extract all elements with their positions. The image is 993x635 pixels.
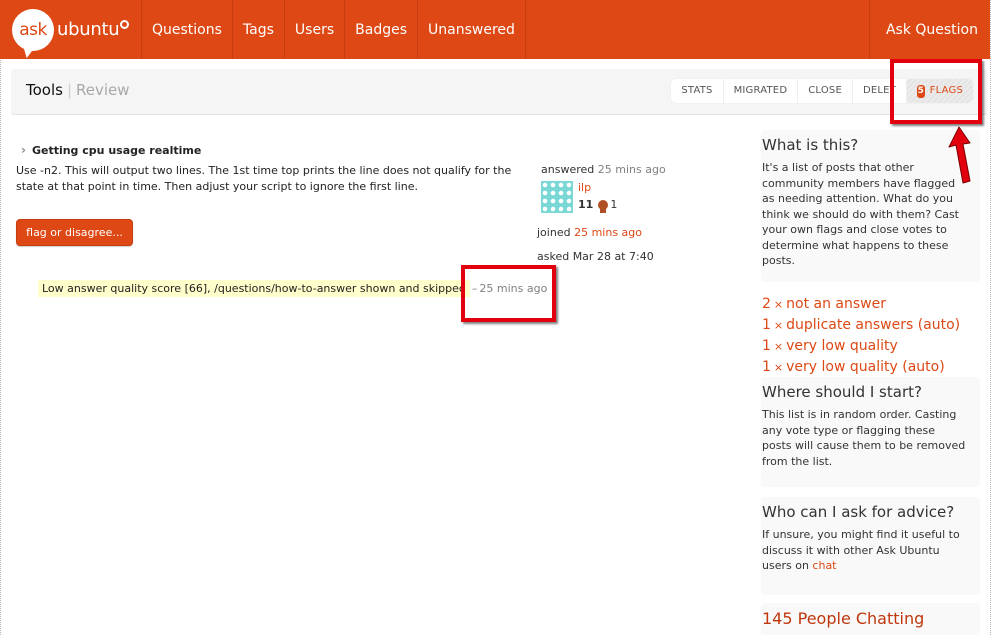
times-symbol: × xyxy=(773,340,784,353)
who-text-body: If unsure, you might find it useful to d… xyxy=(762,528,960,572)
what-text: It's a list of posts that other communit… xyxy=(762,161,959,267)
flag-label: very low quality xyxy=(786,338,898,354)
tab-close[interactable]: CLOSE xyxy=(798,79,853,103)
nav-tags[interactable]: Tags xyxy=(233,0,285,59)
speech-bubble-icon: ask xyxy=(12,8,54,51)
who-title: Who can I ask for advice? xyxy=(762,503,955,521)
chat-link[interactable]: chat xyxy=(812,559,836,572)
flag-or-disagree-button[interactable]: flag or disagree... xyxy=(16,219,133,246)
top-navigation-bar: ask ubuntu Questions Tags Users Badges U… xyxy=(0,0,990,59)
flag-count-item[interactable]: 1 × duplicate answers (auto) xyxy=(762,315,960,336)
user-reputation: 11 1 xyxy=(578,198,618,213)
joined-label: joined xyxy=(537,226,571,239)
times-symbol: × xyxy=(773,319,784,332)
times-symbol: × xyxy=(773,298,784,311)
flag-label: not an answer xyxy=(786,296,886,312)
post-title-text: Getting cpu usage realtime xyxy=(31,143,202,157)
flag-count-list: 2 × not an answer 1 × duplicate answers (aut… xyxy=(762,294,960,378)
breadcrumb-separator: | xyxy=(66,81,73,99)
breadcrumb-review[interactable]: Review xyxy=(76,81,130,99)
sidebar-who-to-ask: Who can I ask for advice? If unsure, you… xyxy=(761,497,980,595)
user-name-link[interactable]: ilp xyxy=(578,181,591,194)
breadcrumb: Tools | Review xyxy=(26,81,130,99)
asked-info: asked Mar 28 at 7:40 xyxy=(537,250,654,263)
flag-count: 1 xyxy=(762,359,771,375)
nav-badges[interactable]: Badges xyxy=(345,0,419,59)
site-logo[interactable]: ask ubuntu xyxy=(0,0,142,59)
flag-label: very low quality (auto) xyxy=(786,359,945,375)
chat-title[interactable]: 145 People Chatting xyxy=(762,609,980,628)
logo-ubuntu-text: ubuntu xyxy=(57,19,120,40)
page-left-edge xyxy=(0,0,1,635)
joined-time: 25 mins ago xyxy=(574,226,642,239)
flag-count-item[interactable]: 1 × very low quality xyxy=(762,336,960,357)
red-arrow-icon xyxy=(948,126,971,184)
nav-questions[interactable]: Questions xyxy=(142,0,233,59)
answered-label: answered xyxy=(541,163,595,176)
joined-info: joined 25 mins ago xyxy=(537,226,642,239)
answered-info: answered 25 mins ago xyxy=(541,163,666,176)
ask-question-button[interactable]: Ask Question xyxy=(868,0,990,59)
where-text: This list is in random order. Casting an… xyxy=(762,408,966,468)
where-title: Where should I start? xyxy=(762,383,922,401)
logo-ask-text: ask xyxy=(19,19,47,40)
flag-count: 1 xyxy=(762,317,771,333)
flag-count: 2 xyxy=(762,296,771,312)
review-note-text: Low answer quality score [66], /question… xyxy=(38,280,470,297)
highlight-box-flags xyxy=(890,59,982,124)
breadcrumb-tools[interactable]: Tools xyxy=(26,81,63,99)
tools-review-header: Tools | Review STATS MIGRATED CLOSE DELET … xyxy=(11,69,987,115)
bronze-badge-count: 1 xyxy=(610,198,618,211)
tab-stats[interactable]: STATS xyxy=(671,79,724,103)
flag-count-item[interactable]: 1 × very low quality (auto) xyxy=(762,357,960,378)
sidebar-chat: 145 People Chatting xyxy=(761,603,980,635)
sidebar-where-to-start: Where should I start? This list is in ra… xyxy=(761,377,980,487)
who-text: If unsure, you might find it useful to d… xyxy=(762,527,967,574)
times-symbol: × xyxy=(773,361,784,374)
reputation-score: 11 xyxy=(578,198,594,211)
chevron-right-icon: › xyxy=(21,143,26,157)
flag-count-item[interactable]: 2 × not an answer xyxy=(762,294,960,315)
post-body: Use -n2. This will output two lines. The… xyxy=(16,164,512,193)
post-title[interactable]: › Getting cpu usage realtime xyxy=(21,143,201,157)
tab-migrated[interactable]: MIGRATED xyxy=(724,79,799,103)
flag-label: duplicate answers (auto) xyxy=(786,317,961,333)
nav-users[interactable]: Users xyxy=(285,0,346,59)
answered-time: 25 mins ago xyxy=(597,163,666,176)
ubuntu-circle-icon xyxy=(120,20,130,29)
highlight-box-time xyxy=(461,265,556,322)
user-avatar[interactable] xyxy=(541,181,573,213)
bronze-badge-icon xyxy=(598,199,609,213)
flag-count: 1 xyxy=(762,338,771,354)
nav-unanswered[interactable]: Unanswered xyxy=(418,0,526,59)
